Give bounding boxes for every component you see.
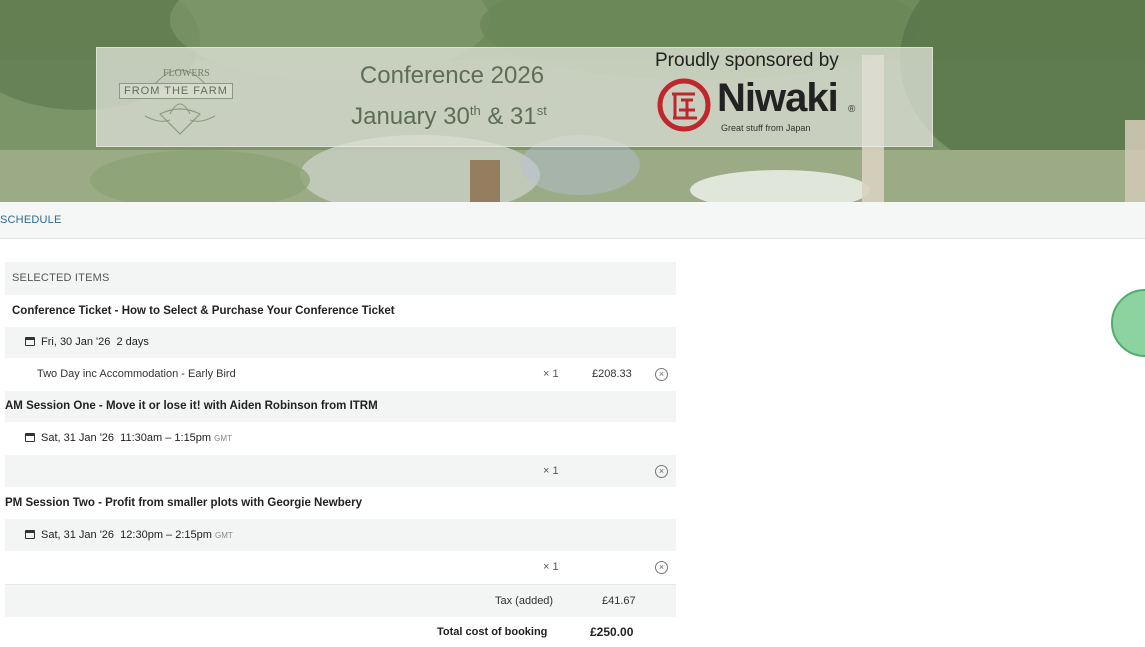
item-title: AM Session One - Move it or lose it! wit… bbox=[5, 400, 378, 412]
sponsor-tagline: Great stuff from Japan bbox=[721, 123, 811, 133]
item-title: PM Session Two - Profit from smaller plo… bbox=[5, 497, 362, 509]
banner-overlay-panel: FLOWERS FROM THE FARM Conference 2026 Ja… bbox=[96, 47, 933, 147]
total-row: Total cost of booking £250.00 bbox=[5, 617, 676, 647]
sponsor-line: Proudly sponsored by bbox=[655, 50, 839, 71]
tax-row: Tax (added) £41.67 bbox=[5, 585, 676, 617]
section-header: SELECTED ITEMS bbox=[5, 262, 676, 295]
remove-item-icon[interactable]: × bbox=[655, 465, 668, 478]
hero-banner: FLOWERS FROM THE FARM Conference 2026 Ja… bbox=[0, 0, 1145, 202]
calendar-icon bbox=[25, 337, 35, 346]
section-label: SELECTED ITEMS bbox=[12, 272, 110, 284]
item-line-row: Two Day inc Accommodation - Early Bird ×… bbox=[5, 358, 676, 391]
nav-item-schedule[interactable]: SCHEDULE bbox=[0, 214, 62, 226]
item-quantity: × 1 bbox=[543, 465, 559, 477]
remove-item-icon[interactable]: × bbox=[655, 368, 668, 381]
svg-text:FLOWERS: FLOWERS bbox=[163, 68, 210, 79]
item-date-row: Fri, 30 Jan '26 2 days bbox=[5, 327, 676, 358]
item-line-row: × 1 × bbox=[5, 455, 676, 487]
item-line-label: Two Day inc Accommodation - Early Bird bbox=[37, 368, 236, 380]
sponsor-registered-mark: ® bbox=[848, 104, 856, 115]
conference-dates: January 30th & 31st bbox=[351, 103, 547, 130]
calendar-icon bbox=[25, 530, 35, 539]
top-nav: SCHEDULE bbox=[0, 202, 1145, 239]
item-date-row: Sat, 31 Jan '26 11:30am – 1:15pm GMT bbox=[5, 422, 676, 455]
item-quantity: × 1 bbox=[543, 368, 559, 380]
item-title-row: PM Session Two - Profit from smaller plo… bbox=[5, 487, 676, 519]
calendar-icon bbox=[25, 433, 35, 442]
item-date-row: Sat, 31 Jan '26 12:30pm – 2:15pm GMT bbox=[5, 519, 676, 551]
sponsor-name: Niwaki bbox=[717, 76, 839, 120]
tax-label: Tax (added) bbox=[495, 595, 554, 607]
chat-bubble-button[interactable] bbox=[1111, 289, 1145, 357]
logo-text: FROM THE FARM bbox=[119, 83, 233, 99]
item-title-row: Conference Ticket - How to Select & Purc… bbox=[5, 295, 676, 327]
item-price: £208.33 bbox=[592, 368, 632, 380]
total-value: £250.00 bbox=[590, 625, 634, 639]
item-date: Fri, 30 Jan '26 2 days bbox=[25, 327, 149, 358]
conference-title: Conference 2026 bbox=[359, 62, 545, 89]
total-label: Total cost of booking bbox=[437, 626, 548, 638]
item-date: Sat, 31 Jan '26 11:30am – 1:15pm GMT bbox=[25, 422, 232, 455]
item-quantity: × 1 bbox=[543, 561, 559, 573]
tax-value: £41.67 bbox=[602, 595, 636, 607]
item-title-row: AM Session One - Move it or lose it! wit… bbox=[5, 391, 676, 422]
item-line-row: × 1 × bbox=[5, 551, 676, 585]
niwaki-logo-icon bbox=[657, 78, 711, 132]
item-date: Sat, 31 Jan '26 12:30pm – 2:15pm GMT bbox=[25, 519, 233, 552]
remove-item-icon[interactable]: × bbox=[655, 561, 668, 574]
item-title: Conference Ticket - How to Select & Purc… bbox=[12, 305, 395, 317]
